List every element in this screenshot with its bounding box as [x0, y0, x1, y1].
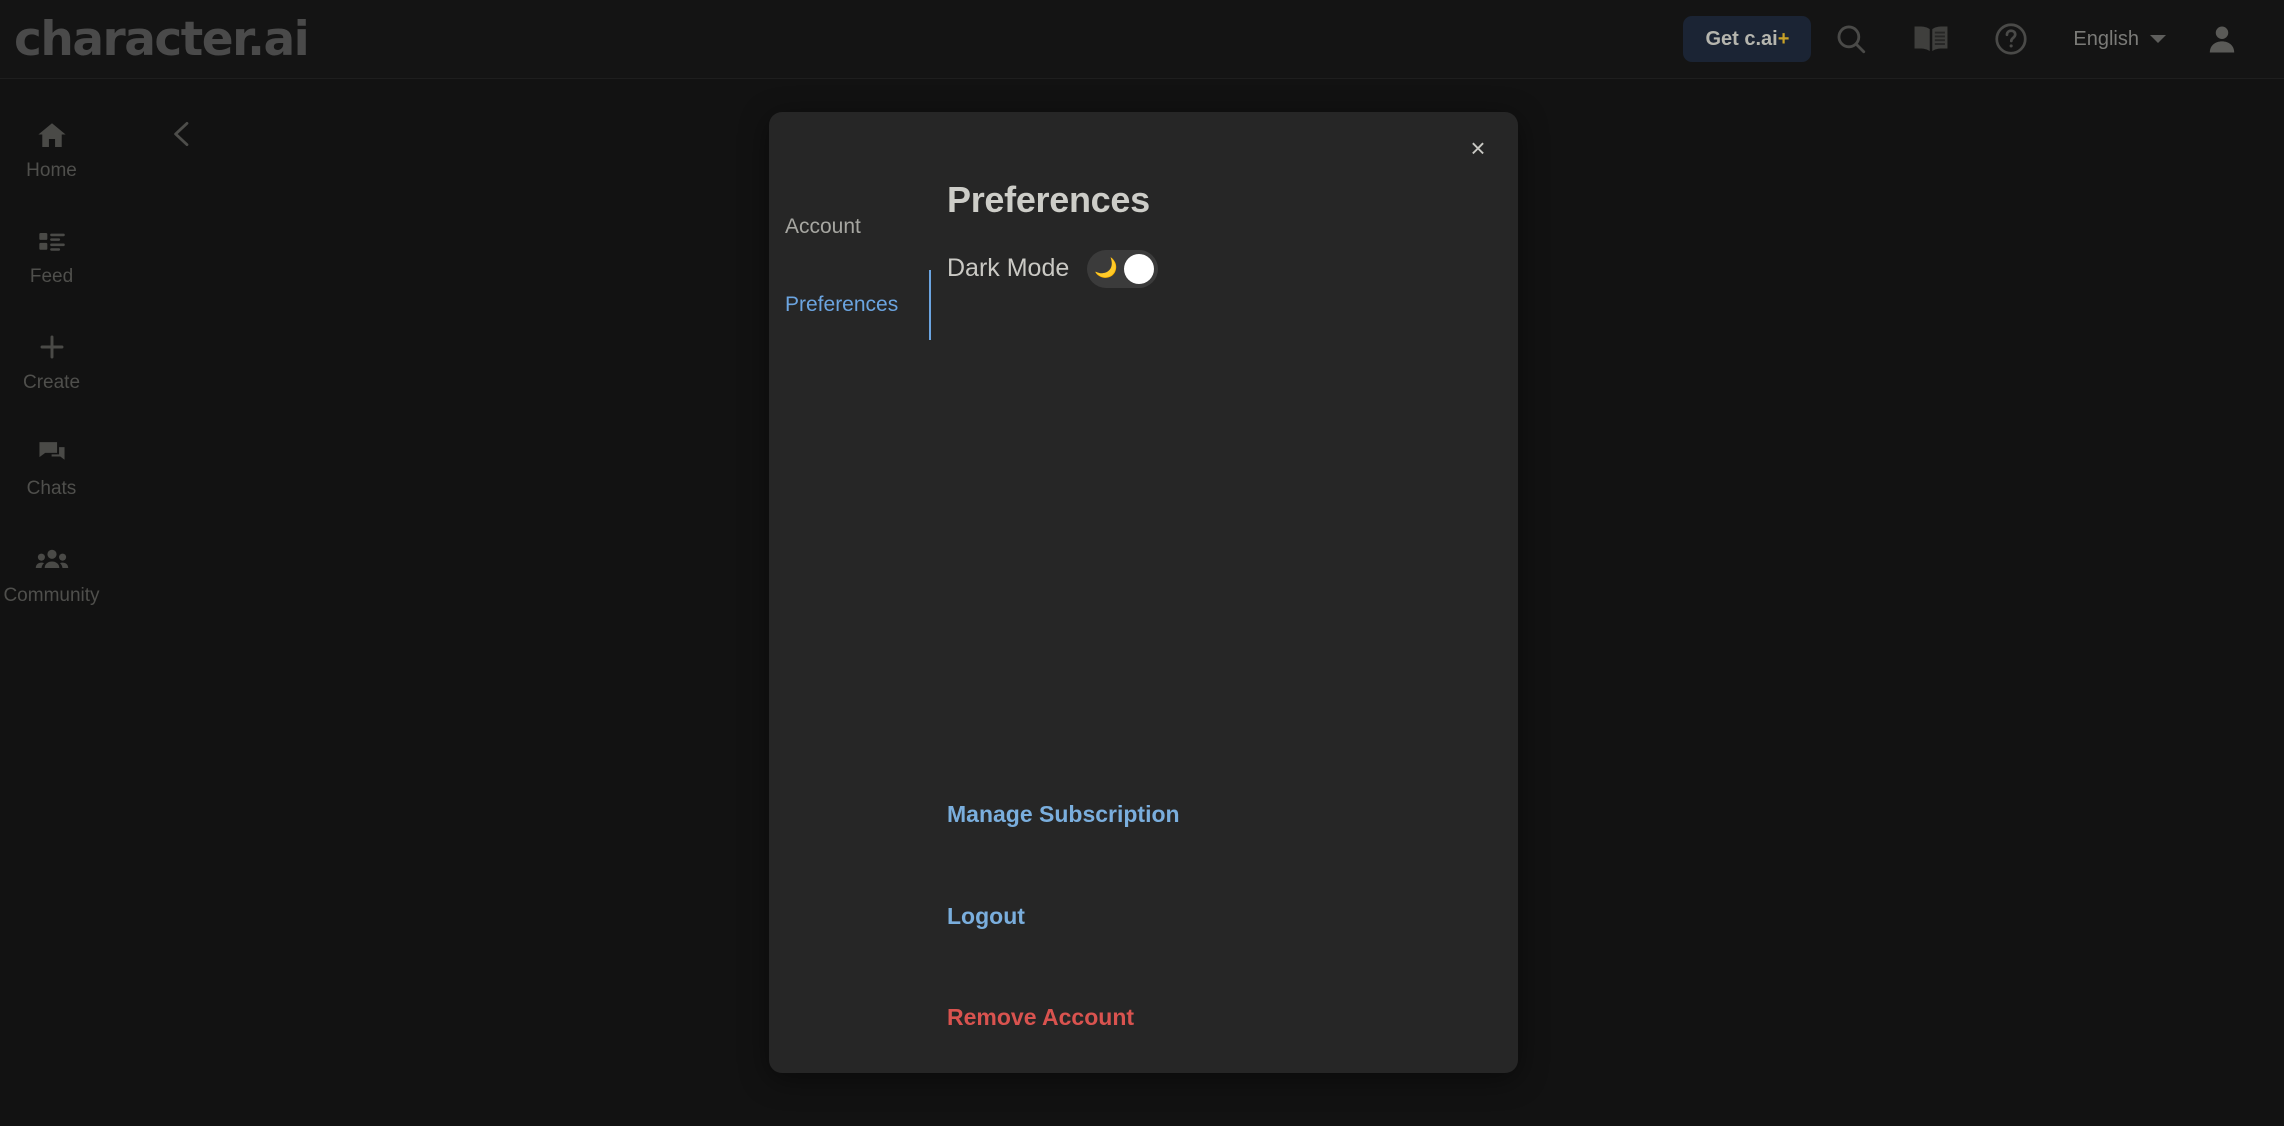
- person-icon: [2205, 22, 2239, 56]
- help-button[interactable]: [1971, 0, 2051, 79]
- book-icon: [1912, 22, 1950, 56]
- language-label: English: [2073, 27, 2139, 50]
- remove-account-link[interactable]: Remove Account: [947, 1006, 1490, 1029]
- profile-button[interactable]: [2182, 0, 2262, 79]
- sidebar-item-chats[interactable]: Chats: [0, 415, 103, 521]
- chat-bubbles-icon: [36, 437, 68, 469]
- logout-link[interactable]: Logout: [947, 905, 1490, 928]
- help-circle-icon: [1993, 21, 2029, 57]
- chevron-left-icon: [165, 117, 199, 154]
- guidebook-button[interactable]: [1891, 0, 1971, 79]
- left-sidebar: Home Feed Create Chats Community: [0, 79, 103, 1126]
- header-actions: Get c.ai+ English: [1683, 0, 2262, 79]
- search-button[interactable]: [1811, 0, 1891, 79]
- modal-nav-item-preferences[interactable]: Preferences: [785, 266, 931, 344]
- sidebar-item-label: Feed: [29, 265, 74, 287]
- sidebar-item-community[interactable]: Community: [0, 521, 103, 627]
- sidebar-item-feed[interactable]: Feed: [0, 203, 103, 309]
- crescent-moon-icon: 🌙: [1094, 258, 1118, 280]
- toggle-knob: [1124, 253, 1155, 284]
- get-cai-plus-button[interactable]: Get c.ai+: [1683, 16, 1812, 62]
- app-header: character.ai Get c.ai+ English: [0, 0, 2284, 79]
- modal-body: Account Preferences Preferences Dark Mod…: [769, 112, 1518, 1073]
- modal-footer-links: Manage Subscription Logout Remove Accoun…: [947, 803, 1490, 1073]
- preferences-modal: × Account Preferences Preferences Dark M…: [769, 112, 1518, 1073]
- plus-icon: [36, 331, 68, 363]
- dark-mode-setting-row: Dark Mode 🌙: [947, 249, 1490, 288]
- close-icon[interactable]: ×: [1458, 128, 1498, 168]
- search-icon: [1834, 22, 1868, 56]
- modal-content-panel: Preferences Dark Mode 🌙 Manage Subscript…: [915, 168, 1518, 1073]
- brand-logo[interactable]: character.ai: [14, 16, 310, 63]
- language-selector[interactable]: English: [2051, 28, 2182, 51]
- home-icon: [36, 119, 68, 151]
- sidebar-item-home[interactable]: Home: [0, 97, 103, 203]
- sidebar-item-label: Home: [26, 159, 77, 181]
- dark-mode-toggle[interactable]: 🌙: [1087, 249, 1159, 288]
- people-group-icon: [35, 542, 69, 576]
- back-button[interactable]: [152, 105, 212, 165]
- modal-settings-nav: Account Preferences: [769, 168, 931, 1073]
- page-title: Preferences: [947, 179, 1150, 220]
- dark-mode-label: Dark Mode: [947, 254, 1070, 283]
- get-plus-symbol: +: [1777, 28, 1790, 50]
- feed-list-icon: [36, 225, 68, 257]
- manage-subscription-link[interactable]: Manage Subscription: [947, 803, 1490, 826]
- modal-nav-item-account[interactable]: Account: [785, 188, 915, 266]
- chevron-down-icon: [2150, 35, 2166, 43]
- sidebar-item-label: Create: [22, 371, 81, 393]
- sidebar-item-create[interactable]: Create: [0, 309, 103, 415]
- sidebar-item-label: Chats: [26, 477, 77, 499]
- sidebar-item-label: Community: [3, 584, 100, 606]
- get-plus-label: Get c.ai: [1705, 28, 1778, 50]
